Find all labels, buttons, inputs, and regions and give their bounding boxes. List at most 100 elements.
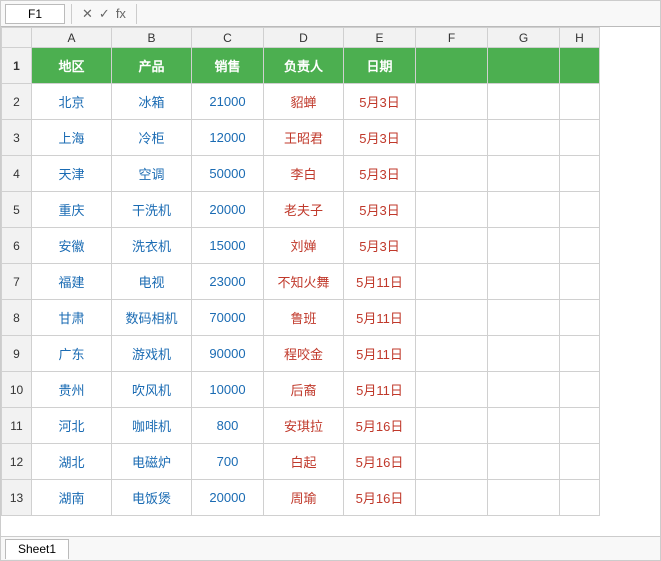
cell-person[interactable]: 李白 [264, 156, 344, 192]
cell-person[interactable]: 貂蝉 [264, 84, 344, 120]
cancel-icon[interactable]: ✕ [82, 6, 93, 22]
empty-g [488, 192, 560, 228]
col-header-b[interactable]: B [112, 28, 192, 48]
cell-region[interactable]: 天津 [32, 156, 112, 192]
cell-region[interactable]: 上海 [32, 120, 112, 156]
cell-region[interactable]: 重庆 [32, 192, 112, 228]
empty-h [560, 336, 600, 372]
table-row: 6 安徽 洗衣机 15000 刘婵 5月3日 [2, 228, 600, 264]
cell-date[interactable]: 5月3日 [344, 192, 416, 228]
empty-f [416, 336, 488, 372]
cell-product[interactable]: 冰箱 [112, 84, 192, 120]
header-date[interactable]: 日期 [344, 48, 416, 84]
cell-sales[interactable]: 15000 [192, 228, 264, 264]
cell-region[interactable]: 湖南 [32, 480, 112, 516]
cell-region[interactable]: 湖北 [32, 444, 112, 480]
formula-input[interactable] [143, 4, 656, 24]
cell-date[interactable]: 5月3日 [344, 156, 416, 192]
header-person[interactable]: 负责人 [264, 48, 344, 84]
cell-sales[interactable]: 23000 [192, 264, 264, 300]
header-sales[interactable]: 销售 [192, 48, 264, 84]
formula-divider [71, 4, 72, 24]
cell-product[interactable]: 吹风机 [112, 372, 192, 408]
cell-product[interactable]: 数码相机 [112, 300, 192, 336]
sheet-tab[interactable]: Sheet1 [5, 539, 69, 559]
empty-f [416, 264, 488, 300]
cell-date[interactable]: 5月16日 [344, 480, 416, 516]
cell-date[interactable]: 5月3日 [344, 120, 416, 156]
header-region[interactable]: 地区 [32, 48, 112, 84]
table-row: 7 福建 电视 23000 不知火舞 5月11日 [2, 264, 600, 300]
cell-person[interactable]: 鲁班 [264, 300, 344, 336]
cell-product[interactable]: 游戏机 [112, 336, 192, 372]
cell-sales[interactable]: 70000 [192, 300, 264, 336]
cell-person[interactable]: 程咬金 [264, 336, 344, 372]
sheet-tab-label: Sheet1 [18, 542, 56, 556]
cell-product[interactable]: 咖啡机 [112, 408, 192, 444]
cell-sales[interactable]: 21000 [192, 84, 264, 120]
cell-date[interactable]: 5月11日 [344, 336, 416, 372]
cell-sales[interactable]: 12000 [192, 120, 264, 156]
cell-person[interactable]: 不知火舞 [264, 264, 344, 300]
cell-region[interactable]: 安徽 [32, 228, 112, 264]
cell-person[interactable]: 安琪拉 [264, 408, 344, 444]
cell-sales[interactable]: 90000 [192, 336, 264, 372]
cell-sales[interactable]: 50000 [192, 156, 264, 192]
empty-f [416, 480, 488, 516]
cell-date[interactable]: 5月11日 [344, 372, 416, 408]
cell-date[interactable]: 5月11日 [344, 264, 416, 300]
cell-region[interactable]: 贵州 [32, 372, 112, 408]
cell-date[interactable]: 5月16日 [344, 408, 416, 444]
cell-region[interactable]: 河北 [32, 408, 112, 444]
col-header-h[interactable]: H [560, 28, 600, 48]
empty-h [560, 372, 600, 408]
cell-ref-text: F1 [28, 7, 42, 21]
empty-h [560, 264, 600, 300]
table-row: 2 北京 冰箱 21000 貂蝉 5月3日 [2, 84, 600, 120]
cell-date[interactable]: 5月16日 [344, 444, 416, 480]
cell-region[interactable]: 甘肃 [32, 300, 112, 336]
row-num: 11 [2, 408, 32, 444]
cell-product[interactable]: 冷柜 [112, 120, 192, 156]
col-header-g[interactable]: G [488, 28, 560, 48]
cell-person[interactable]: 刘婵 [264, 228, 344, 264]
cell-date[interactable]: 5月11日 [344, 300, 416, 336]
empty-f [416, 228, 488, 264]
empty-g [488, 120, 560, 156]
empty-g1 [488, 48, 560, 84]
fx-icon[interactable]: fx [116, 6, 126, 21]
cell-person[interactable]: 王昭君 [264, 120, 344, 156]
cell-product[interactable]: 空调 [112, 156, 192, 192]
cell-product[interactable]: 电视 [112, 264, 192, 300]
cell-sales[interactable]: 20000 [192, 480, 264, 516]
cell-region[interactable]: 广东 [32, 336, 112, 372]
cell-sales[interactable]: 20000 [192, 192, 264, 228]
cell-person[interactable]: 后裔 [264, 372, 344, 408]
empty-g [488, 480, 560, 516]
sheet-container[interactable]: A B C D E F G H 1 地区 产品 销售 负责人 日期 2 北京 冰 [1, 27, 660, 536]
cell-product[interactable]: 电磁炉 [112, 444, 192, 480]
table-row: 4 天津 空调 50000 李白 5月3日 [2, 156, 600, 192]
col-header-c[interactable]: C [192, 28, 264, 48]
cell-sales[interactable]: 800 [192, 408, 264, 444]
cell-region[interactable]: 福建 [32, 264, 112, 300]
cell-product[interactable]: 洗衣机 [112, 228, 192, 264]
confirm-icon[interactable]: ✓ [99, 6, 110, 22]
cell-product[interactable]: 电饭煲 [112, 480, 192, 516]
cell-person[interactable]: 老夫子 [264, 192, 344, 228]
cell-product[interactable]: 干洗机 [112, 192, 192, 228]
cell-date[interactable]: 5月3日 [344, 84, 416, 120]
cell-region[interactable]: 北京 [32, 84, 112, 120]
col-header-f[interactable]: F [416, 28, 488, 48]
cell-sales[interactable]: 700 [192, 444, 264, 480]
table-header-row: 1 地区 产品 销售 负责人 日期 [2, 48, 600, 84]
cell-person[interactable]: 白起 [264, 444, 344, 480]
cell-sales[interactable]: 10000 [192, 372, 264, 408]
col-header-d[interactable]: D [264, 28, 344, 48]
col-header-e[interactable]: E [344, 28, 416, 48]
cell-ref-box[interactable]: F1 [5, 4, 65, 24]
cell-person[interactable]: 周瑜 [264, 480, 344, 516]
col-header-a[interactable]: A [32, 28, 112, 48]
cell-date[interactable]: 5月3日 [344, 228, 416, 264]
header-product[interactable]: 产品 [112, 48, 192, 84]
